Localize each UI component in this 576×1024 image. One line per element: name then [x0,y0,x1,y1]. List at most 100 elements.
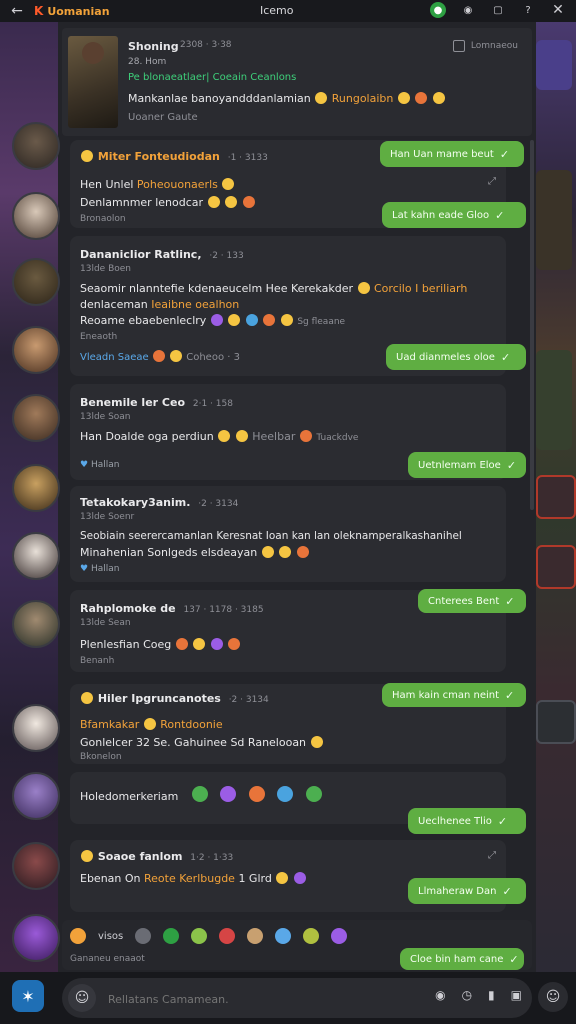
close-icon[interactable]: ✕ [550,2,566,18]
pinned-message[interactable]: Shoning 2308 · 3·38 28. Hom Pe blonaeatl… [62,28,532,136]
message-title-text: Dananiclior Ratlinc, [80,248,202,261]
emoji-icon[interactable] [163,928,180,944]
avatar[interactable] [12,600,60,648]
chat-bubble-icon[interactable]: ☺ [68,984,96,1012]
message-title: Rahplomoke de 137 · 1178 · 3185 [80,602,264,615]
outgoing-message[interactable]: Uetnlemam Eloe ✓ [408,452,526,478]
text-part: Han Doalde oga perdiun [80,430,214,443]
emoji-icon[interactable] [303,928,320,944]
checkbox-icon[interactable] [452,40,465,52]
status-online-icon[interactable]: ● [430,2,446,18]
attachment-icon[interactable]: ▮ [488,988,495,1002]
emoji-icon [293,872,306,884]
avatar[interactable] [12,704,60,752]
emoji-icon[interactable] [275,928,292,944]
outgoing-text: Cloe bin ham cane [410,953,504,965]
text-highlight: Reote Kerlbugde [144,872,235,885]
avatar[interactable] [12,464,60,512]
help-icon[interactable]: ? [520,2,536,18]
emoji-icon [81,850,93,862]
message-text: Hen Unlel Poheouonaerls [80,178,235,191]
text-part: Gonlelcer 32 Se. Gahuinee Sd [80,736,245,749]
camera-icon[interactable]: ◉ [460,2,476,18]
reaction-label: Hallan [90,460,120,470]
emoji-icon[interactable] [191,928,208,944]
reaction-row: visos [70,928,348,944]
heart-icon: ♥ [80,460,89,470]
message-title-text: Soaoe fanlom [97,850,183,863]
side-art-tile [536,40,572,90]
message-sub: Bkonelon [80,752,122,762]
back-arrow-icon[interactable]: ← [0,3,34,19]
message-composer: ☺ ◉ ◷ ▮ ▣ [62,978,532,1018]
emoji-icon [315,92,328,104]
heart-icon: ♥ [80,564,89,574]
message-meta: ·2 · 3134 [198,499,239,509]
scrollbar[interactable] [530,140,534,510]
text-part: Seaomir nlanntefie kdenaeucelm Hee Kerek… [80,282,353,295]
message-card[interactable]: Tetakokary3anim. ·2 · 3134 13lde Soenr S… [70,486,506,582]
pinned-body-highlight: Rungolaibn [331,92,394,105]
avatar[interactable] [12,394,60,442]
avatar[interactable] [12,192,60,240]
outgoing-message[interactable]: Han Uan mame beut ✓ [380,141,524,167]
avatar[interactable] [12,772,60,820]
avatar[interactable] [12,842,60,890]
reaction[interactable]: ♥ Hallan [80,564,119,574]
pinned-tag: Pe blonaeatlaer| Coeain Ceanlons [128,72,297,83]
emoji-icon[interactable] [135,928,152,944]
message-text: Seaomir nlanntefie kdenaeucelm Hee Kerek… [80,282,467,295]
emoji-icon [143,718,156,730]
outgoing-text: Uetnlemam Eloe [418,459,501,471]
outgoing-message[interactable]: Uad dianmeles oloe ✓ [386,344,526,370]
sticker-icon[interactable]: ◉ [435,988,445,1002]
message-meta: 1·2 · 1·33 [190,853,234,863]
outgoing-message[interactable]: Llmaheraw Dan ✓ [408,878,526,904]
side-art-tile [536,545,576,589]
expand-icon[interactable]: ⤢ [488,850,496,861]
pinned-body: Mankanlae banoyandddanlamian Rungolaibn [128,92,446,105]
text-part: Ebenan On [80,872,141,885]
emoji-icon [279,546,292,558]
message-input[interactable] [106,988,410,1010]
emoji-icon [261,546,274,558]
emoji-icon [397,92,410,104]
gift-icon[interactable]: ▣ [511,988,522,1002]
avatar[interactable] [12,914,60,962]
emoji-picker-icon[interactable]: ☺ [538,982,568,1012]
reaction-picker-label: visos [98,930,124,942]
expand-icon[interactable]: ⤢ [488,176,496,187]
outgoing-message[interactable]: Ham kain cman neint ✓ [382,683,526,707]
menu-icon[interactable]: ▢ [490,2,506,18]
avatar[interactable] [12,532,60,580]
reaction-picker-sub: Gananeu enaaot [70,954,145,964]
outgoing-message[interactable]: Lat kahn eade Gloo ✓ [382,202,526,228]
emoji-icon [276,872,289,884]
side-art-tile [536,170,572,270]
avatar[interactable] [12,258,60,306]
text-part: Coheoo · 3 [186,352,240,363]
emoji-icon[interactable] [70,928,86,944]
emoji-icon [210,314,223,326]
emoji-icon[interactable] [247,928,264,944]
emoji-icon [245,314,258,326]
outgoing-message[interactable]: Cnterees Bent ✓ [418,589,526,613]
apps-icon[interactable]: ✶ [12,980,44,1012]
text-highlight: Rontdoonie [160,718,223,731]
window-controls: ● ◉ ▢ ? ✕ [430,2,566,18]
message-title: Benemile ler Ceo 2·1 · 158 [80,396,233,409]
timer-icon[interactable]: ◷ [462,988,472,1002]
reaction[interactable]: ♥ Hallan [80,460,119,470]
background-art-right [532,20,576,980]
emoji-icon[interactable] [331,928,348,944]
avatar[interactable] [12,122,60,170]
message-link[interactable]: Vleadn Saeae Coheoo · 3 [80,350,240,363]
outgoing-message[interactable]: Cloe bin ham cane ✓ [400,948,524,970]
reaction-label: Hallan [90,564,120,574]
read-check-icon: ✓ [497,814,508,828]
emoji-icon [415,92,428,104]
pinned-right: Lomnaeou [452,40,518,52]
avatar[interactable] [12,326,60,374]
outgoing-message[interactable]: Ueclhenee Tlio ✓ [408,808,526,834]
emoji-icon[interactable] [219,928,236,944]
